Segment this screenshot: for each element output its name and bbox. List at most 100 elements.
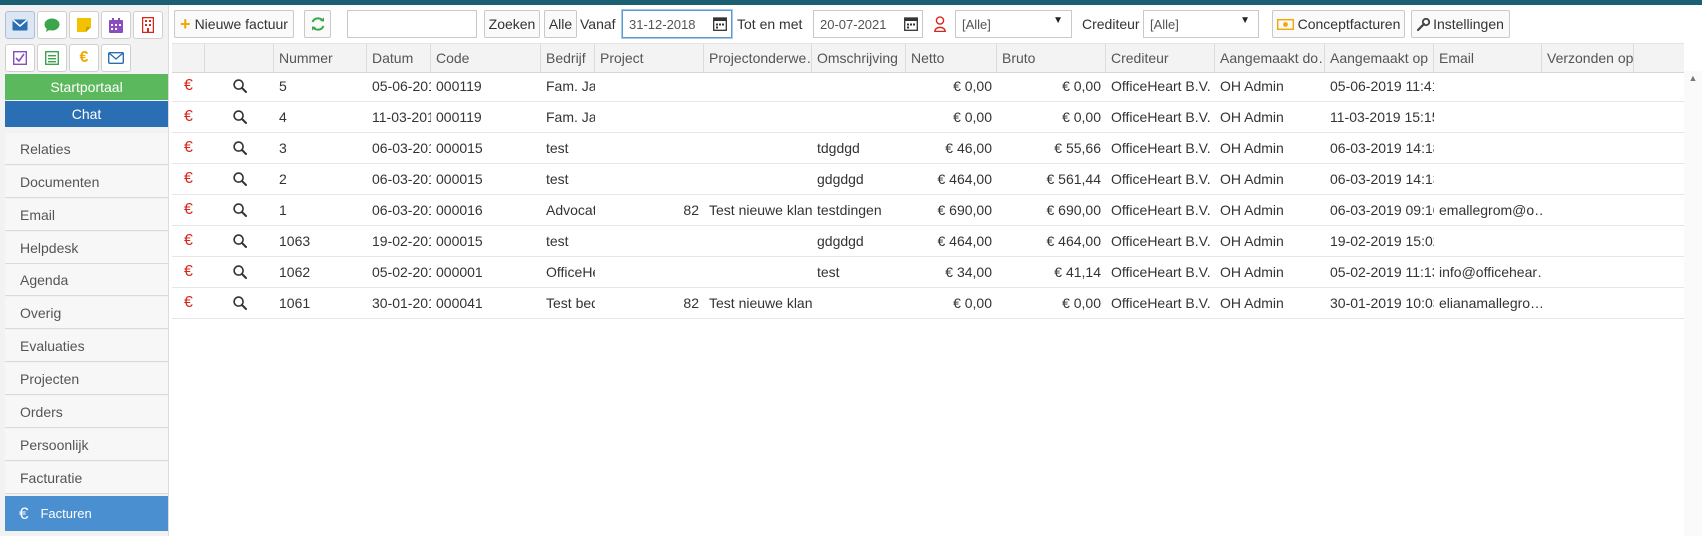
column-header[interactable]: Datum — [367, 44, 431, 72]
column-header[interactable]: Crediteur — [1106, 44, 1215, 72]
sidebar-item-relaties[interactable]: Relaties — [5, 133, 168, 165]
table-cell: OH Admin — [1220, 202, 1284, 218]
column-header[interactable]: Projectonderwe… — [704, 44, 812, 72]
search-icon[interactable] — [205, 226, 274, 256]
table-row[interactable]: €4 11-03-2019 000119 Fam. Jansen € 0,00 € 0,0… — [172, 102, 1684, 133]
table-row[interactable]: €1 06-03-2019 000016 Advocatenbureau 82 Test … — [172, 195, 1684, 226]
table-cell: OH Admin — [1220, 109, 1284, 125]
new-invoice-button[interactable]: + Nieuwe factuur — [174, 10, 294, 38]
column-header[interactable]: Bedrijf — [541, 44, 595, 72]
search-icon[interactable] — [205, 195, 274, 225]
euro-icon[interactable]: € — [172, 164, 205, 194]
table-cell: OfficeHeart B.V. — [546, 264, 595, 280]
euro-icon[interactable]: € — [172, 133, 205, 163]
table-cell: 05-06-2019 11:41 — [1330, 78, 1434, 94]
sidebar-item-orders[interactable]: Orders — [5, 396, 168, 428]
calendar-icon[interactable] — [904, 16, 918, 31]
toolbar: + Nieuwe factuur Zoeken Alle Vanaf 31-12… — [172, 5, 1702, 41]
envelope-icon[interactable] — [101, 44, 131, 72]
table-cell: OfficeHeart B.V. — [1111, 109, 1211, 125]
search-icon[interactable] — [205, 102, 274, 132]
table-row[interactable]: €1062 05-02-2019 000001 OfficeHeart B.V. tes… — [172, 257, 1684, 288]
invoice-table: Nummer Datum Code Bedrijf Project Projectonde… — [172, 43, 1684, 536]
scroll-up-arrow-icon[interactable]: ▲ — [1684, 73, 1702, 85]
table-cell: € 464,00 — [937, 171, 993, 187]
sidebar-item-facturen[interactable]: € Facturen — [5, 496, 168, 531]
search-icon[interactable] — [205, 71, 274, 101]
sticky-note-icon[interactable] — [69, 11, 99, 39]
table-cell — [1542, 195, 1552, 225]
table-cell: € 46,00 — [945, 140, 992, 156]
column-header[interactable]: Code — [431, 44, 541, 72]
chat-button[interactable]: Chat — [5, 101, 168, 127]
search-icon[interactable] — [205, 257, 274, 287]
euro-icon[interactable]: € — [172, 195, 205, 225]
column-header[interactable]: Email — [1434, 44, 1542, 72]
table-cell — [812, 288, 906, 318]
euro-icon[interactable]: € — [172, 71, 205, 101]
euro-icon[interactable]: € — [172, 102, 205, 132]
column-header[interactable]: Project — [595, 44, 704, 72]
startportaal-button[interactable]: Startportaal — [5, 74, 168, 100]
search-button[interactable]: Zoeken — [484, 10, 540, 38]
sidebar-item-evaluaties[interactable]: Evaluaties — [5, 330, 168, 362]
table-cell: Advocatenbureau — [546, 202, 595, 218]
building-icon[interactable] — [133, 11, 163, 39]
table-cell: 06-03-2019 — [372, 140, 431, 156]
vertical-scrollbar[interactable] — [1684, 71, 1702, 536]
column-header[interactable]: Aangemaakt do… — [1215, 44, 1325, 72]
sidebar-item-overig[interactable]: Overig — [5, 297, 168, 329]
table-cell: 30-01-2019 10:03 — [1330, 295, 1434, 311]
sidebar-item-facturatie[interactable]: Facturatie — [5, 462, 168, 494]
to-date-field[interactable]: 20-07-2021 — [813, 10, 923, 38]
sidebar-item-helpdesk[interactable]: Helpdesk — [5, 232, 168, 264]
settings-button[interactable]: Instellingen — [1411, 10, 1510, 38]
sidebar-item-agenda[interactable]: Agenda — [5, 264, 168, 296]
table-cell: OfficeHeart B.V. — [1111, 78, 1211, 94]
table-row[interactable]: €5 05-06-2019 000119 Fam. Jansen € 0,00 € 0,0… — [172, 71, 1684, 102]
creditor-select[interactable]: [Alle] ▼ — [1143, 10, 1259, 38]
table-row[interactable]: €2 06-03-2019 000015 test gdgdgd € 464,00 € 56… — [172, 164, 1684, 195]
column-header[interactable]: Netto — [906, 44, 997, 72]
calendar-icon[interactable] — [101, 11, 131, 39]
column-header[interactable]: Nummer — [274, 44, 367, 72]
search-input[interactable] — [347, 10, 477, 38]
euro-icon[interactable]: € — [172, 226, 205, 256]
table-cell: 11-03-2019 — [372, 109, 431, 125]
search-icon[interactable] — [205, 164, 274, 194]
all-button[interactable]: Alle — [544, 10, 577, 38]
checkbox-icon[interactable] — [5, 44, 35, 72]
table-cell — [1434, 102, 1542, 132]
column-header[interactable]: Aangemaakt op — [1325, 44, 1434, 72]
euro-icon[interactable]: € — [69, 44, 99, 72]
table-cell: 06-03-2019 14:13 — [1330, 171, 1434, 187]
search-icon[interactable] — [205, 288, 274, 318]
from-date-field[interactable]: 31-12-2018 — [622, 10, 732, 38]
refresh-button[interactable] — [304, 10, 331, 38]
table-row[interactable]: €1063 19-02-2019 000015 test gdgdgd € 464,00 €… — [172, 226, 1684, 257]
calendar-icon[interactable] — [713, 16, 727, 31]
column-header[interactable]: Omschrijving — [812, 44, 906, 72]
sidebar-item-documenten[interactable]: Documenten — [5, 166, 168, 198]
sidebar-item-email[interactable]: Email — [5, 199, 168, 231]
search-icon[interactable] — [205, 133, 274, 163]
column-header[interactable]: Verzonden op — [1542, 44, 1635, 72]
table-cell: 000016 — [436, 202, 483, 218]
mail-icon[interactable] — [5, 11, 35, 39]
euro-icon[interactable]: € — [172, 257, 205, 287]
table-cell: gdgdgd — [817, 233, 864, 249]
table-cell: Test bedrijf ACB — [546, 295, 595, 311]
concept-invoices-button[interactable]: Conceptfacturen — [1272, 10, 1405, 38]
table-cell — [1434, 164, 1542, 194]
chat-bubble-icon[interactable] — [37, 11, 67, 39]
table-cell — [1542, 288, 1552, 318]
table-row[interactable]: €3 06-03-2019 000015 test tdgdgd € 46,00 € 55,… — [172, 133, 1684, 164]
sidebar-item-projecten[interactable]: Projecten — [5, 363, 168, 395]
euro-icon[interactable]: € — [172, 288, 205, 318]
list-icon[interactable] — [37, 44, 67, 72]
sidebar-item-persoonlijk[interactable]: Persoonlijk — [5, 429, 168, 461]
column-header[interactable]: Bruto — [997, 44, 1106, 72]
user-select[interactable]: [Alle] ▼ — [955, 10, 1072, 38]
table-row[interactable]: €1061 30-01-2019 000041 Test bedrijf ACB 82 T… — [172, 288, 1684, 319]
creditor-select-value: [Alle] — [1150, 16, 1179, 32]
